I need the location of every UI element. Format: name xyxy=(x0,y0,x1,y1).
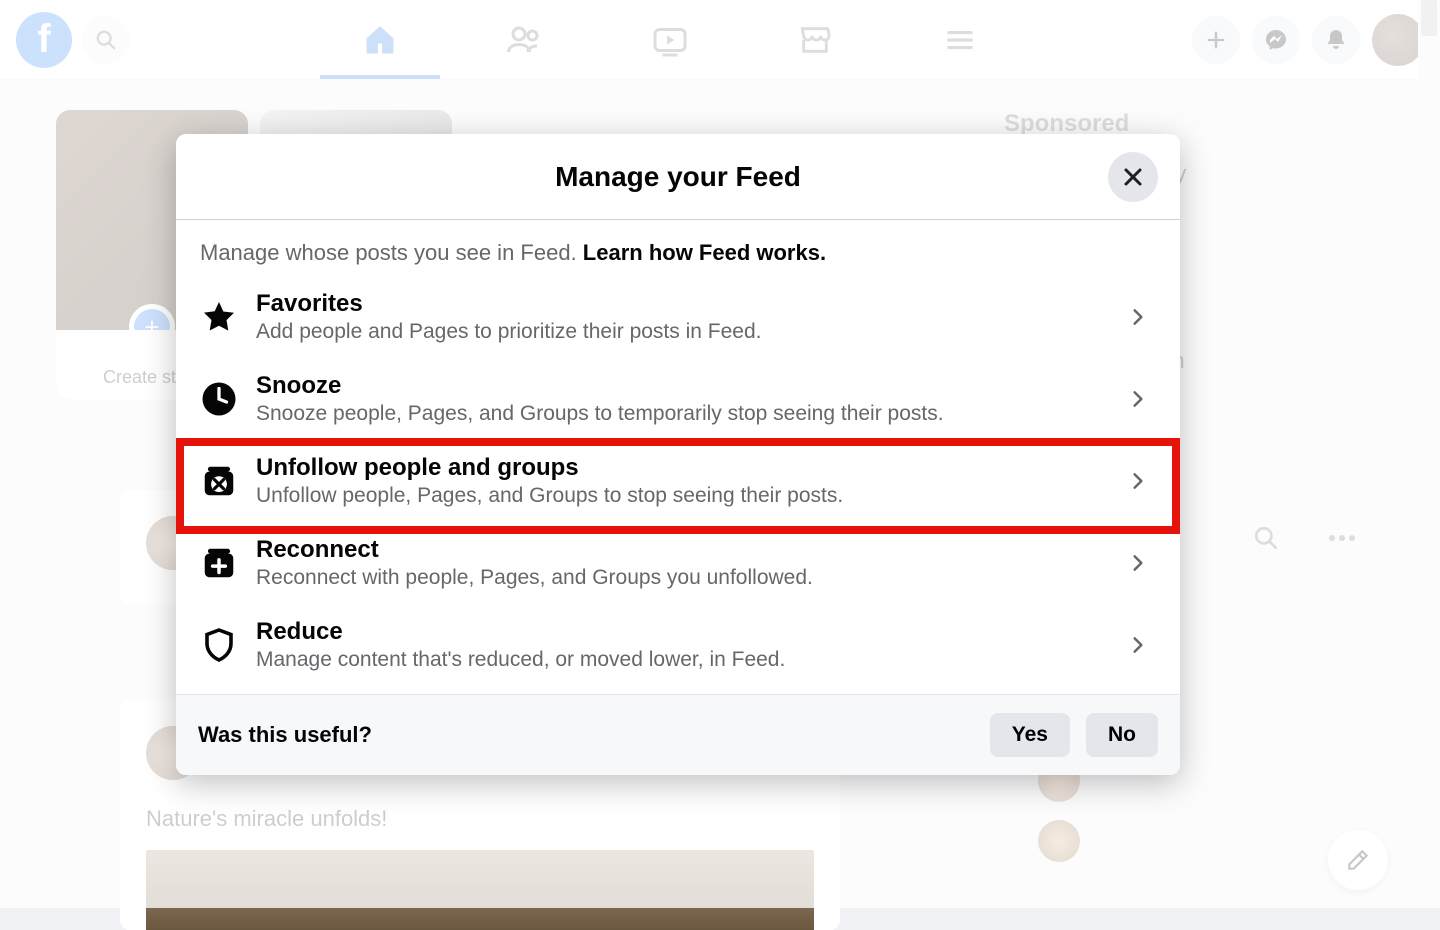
chevron-right-icon xyxy=(1120,545,1156,581)
modal-close-button[interactable] xyxy=(1108,152,1158,202)
option-favorites[interactable]: Favorites Add people and Pages to priori… xyxy=(176,276,1180,358)
modal-intro-text: Manage whose posts you see in Feed. xyxy=(200,240,583,265)
chevron-right-icon xyxy=(1120,299,1156,335)
modal-header: Manage your Feed xyxy=(176,134,1180,220)
option-desc: Add people and Pages to prioritize their… xyxy=(256,320,1102,344)
option-reconnect[interactable]: Reconnect Reconnect with people, Pages, … xyxy=(176,522,1180,604)
option-desc: Snooze people, Pages, and Groups to temp… xyxy=(256,402,1102,426)
modal-footer: Was this useful? Yes No xyxy=(176,694,1180,775)
option-title: Unfollow people and groups xyxy=(256,454,1102,482)
modal-title: Manage your Feed xyxy=(555,161,801,193)
close-icon xyxy=(1121,165,1145,189)
clock-icon xyxy=(200,380,238,418)
footer-question: Was this useful? xyxy=(198,722,974,748)
footer-yes-button[interactable]: Yes xyxy=(990,713,1070,757)
option-desc: Manage content that's reduced, or moved … xyxy=(256,648,1102,672)
chevron-right-icon xyxy=(1120,463,1156,499)
chevron-right-icon xyxy=(1120,381,1156,417)
option-snooze[interactable]: Snooze Snooze people, Pages, and Groups … xyxy=(176,358,1180,440)
option-desc: Reconnect with people, Pages, and Groups… xyxy=(256,566,1102,590)
option-title: Favorites xyxy=(256,290,1102,318)
option-reduce[interactable]: Reduce Manage content that's reduced, or… xyxy=(176,604,1180,694)
reconnect-icon xyxy=(200,544,238,582)
option-title: Snooze xyxy=(256,372,1102,400)
manage-feed-modal: Manage your Feed Manage whose posts you … xyxy=(176,134,1180,775)
chevron-right-icon xyxy=(1120,627,1156,663)
option-unfollow[interactable]: Unfollow people and groups Unfollow peop… xyxy=(176,440,1180,522)
star-icon xyxy=(200,298,238,336)
unfollow-icon xyxy=(200,462,238,500)
option-title: Reduce xyxy=(256,618,1102,646)
footer-no-button[interactable]: No xyxy=(1086,713,1158,757)
shield-icon xyxy=(200,626,238,664)
option-desc: Unfollow people, Pages, and Groups to st… xyxy=(256,484,1102,508)
learn-feed-works-link[interactable]: Learn how Feed works. xyxy=(583,240,826,265)
modal-intro: Manage whose posts you see in Feed. Lear… xyxy=(176,220,1180,276)
option-title: Reconnect xyxy=(256,536,1102,564)
